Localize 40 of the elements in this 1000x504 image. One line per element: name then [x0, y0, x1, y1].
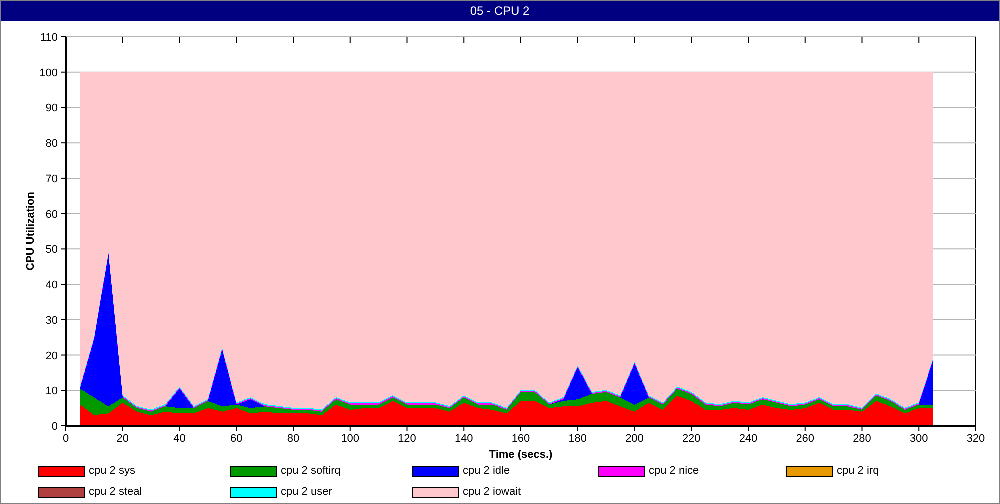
x-tick-label: 220: [682, 433, 701, 445]
legend-label: cpu 2 idle: [463, 465, 510, 477]
x-tick-label: 0: [62, 433, 70, 445]
legend-label: cpu 2 iowait: [463, 486, 522, 498]
x-tick-label: 300: [910, 433, 928, 445]
y-tick-label: 90: [46, 102, 58, 115]
y-axis-title: CPU Utilization: [25, 192, 37, 271]
x-tick-label: 280: [853, 433, 872, 445]
x-tick-label: 320: [966, 433, 986, 445]
x-tick-label: 240: [739, 433, 758, 445]
y-tick-label: 80: [46, 138, 58, 150]
legend-label: cpu 2 irq: [837, 465, 880, 477]
legend-label: cpu 2 sys: [89, 465, 136, 477]
x-tick-label: 260: [796, 433, 815, 445]
y-tick-label: 40: [46, 280, 58, 292]
legend-label: cpu 2 nice: [649, 465, 700, 477]
legend-label: cpu 2 user: [281, 486, 332, 498]
x-tick-label: 60: [230, 433, 243, 445]
x-tick-label: 200: [626, 433, 644, 445]
y-tick-label: 30: [46, 314, 58, 327]
y-tick-label: 20: [46, 350, 58, 362]
y-tick-label: 50: [46, 244, 58, 256]
x-tick-label: 20: [116, 433, 129, 445]
x-tick-label: 120: [398, 433, 416, 445]
y-tick-label: 0: [52, 421, 58, 433]
y-tick-label: 10: [46, 386, 58, 398]
x-tick-label: 40: [174, 433, 186, 445]
x-axis-title: Time (secs.): [489, 449, 553, 461]
y-tick-label: 100: [40, 67, 58, 80]
window-title: 05 - CPU 2: [470, 4, 530, 18]
x-tick-label: 80: [287, 433, 300, 445]
y-tick-label: 110: [40, 32, 58, 44]
legend-label: cpu 2 softirq: [281, 465, 341, 477]
legend-label: cpu 2 steal: [89, 486, 142, 498]
x-tick-label: 100: [341, 433, 360, 445]
x-tick-label: 180: [568, 433, 588, 445]
x-tick-label: 140: [454, 433, 474, 445]
y-tick-label: 70: [46, 173, 58, 186]
y-tick-label: 60: [46, 208, 58, 221]
x-tick-label: 160: [512, 433, 530, 445]
